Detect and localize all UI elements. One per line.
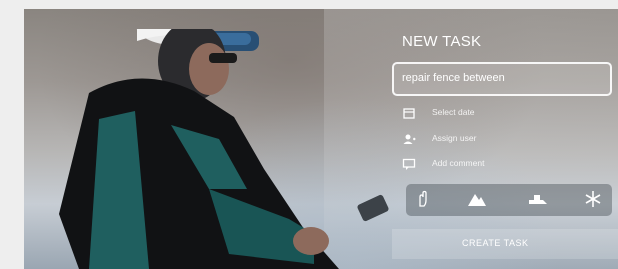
calendar-icon (403, 108, 415, 119)
assign-user-label: Assign user (432, 133, 477, 143)
task-input[interactable]: repair fence between (392, 62, 612, 96)
task-title: NEW TASK (402, 33, 482, 50)
user-icon (403, 134, 416, 144)
comment-icon (402, 158, 416, 170)
screenshot-frame: NEW TASK repair fence between Select dat… (0, 0, 618, 269)
snow-groomer-icon[interactable] (526, 188, 548, 210)
add-comment-row[interactable]: Add comment (402, 157, 602, 173)
task-toolbar (406, 184, 612, 216)
create-task-label: CREATE TASK (462, 238, 529, 248)
create-task-button[interactable]: CREATE TASK (392, 229, 618, 259)
assign-user-row[interactable]: Assign user (402, 132, 602, 148)
hand-icon[interactable] (412, 188, 434, 210)
new-task-overlay: NEW TASK repair fence between Select dat… (392, 24, 618, 269)
skier-figure (59, 29, 339, 269)
select-date-label: Select date (432, 107, 475, 117)
task-input-value: repair fence between (402, 72, 505, 84)
snowflake-icon[interactable] (582, 188, 604, 210)
mountain-icon[interactable] (466, 188, 488, 210)
select-date-row[interactable]: Select date (402, 106, 602, 122)
add-comment-label: Add comment (432, 158, 485, 168)
